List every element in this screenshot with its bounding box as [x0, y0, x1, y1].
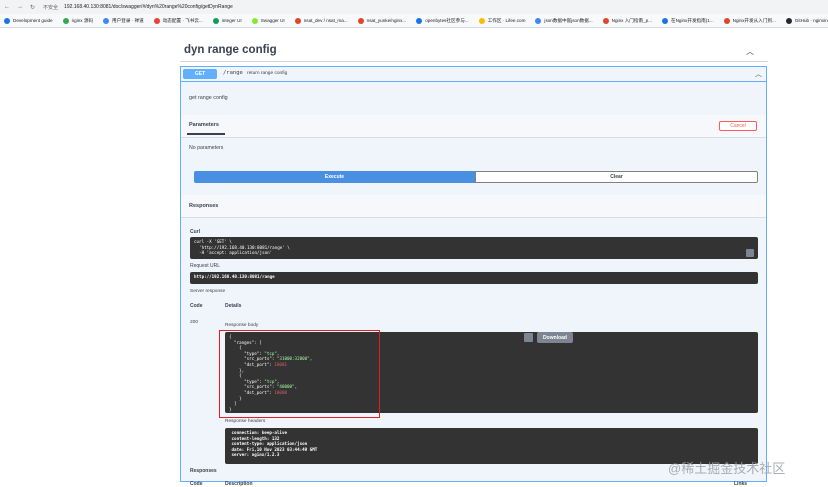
- chevron-up-icon[interactable]: ︿: [755, 69, 762, 79]
- clear-button[interactable]: Clear: [475, 171, 758, 183]
- tag-title[interactable]: dyn range config: [184, 44, 277, 56]
- bookmark-icon: [251, 17, 258, 24]
- operation-summary-text: return range config: [247, 71, 288, 76]
- bookmark-label: nginx 源码: [71, 17, 94, 23]
- response-body-label: Response body: [225, 323, 259, 328]
- status-code: 200: [190, 320, 199, 325]
- bookmark-icon: [662, 17, 669, 24]
- no-parameters-text: No parameters: [189, 145, 224, 151]
- highlight-box: [219, 330, 380, 418]
- bookmark-icon: [103, 17, 110, 24]
- request-url-value[interactable]: http://192.168.40.130:8081/range: [190, 272, 758, 284]
- address-bar: ← → ↻ 不安全 192.168.40.130:8081/doc/swagge…: [0, 0, 828, 14]
- footer-links-header: Links: [734, 481, 748, 487]
- bookmark-icon: [416, 17, 423, 24]
- download-button[interactable]: Download: [537, 332, 573, 343]
- bookmark-icon: [357, 17, 364, 24]
- bookmark-icon: [602, 17, 609, 24]
- security-indicator[interactable]: 不安全: [43, 4, 58, 11]
- operation-description: get range config: [189, 95, 228, 101]
- bookmark-label: integer UI: [221, 18, 242, 23]
- bookmarks-bar: Development guide nginx 源码 用户登录 · 禅道 动态配置 ·…: [0, 14, 828, 28]
- bookmark-label: 工作区 · Lifee.com: [487, 17, 526, 23]
- bookmark-label: json数据中嵌json数据...: [544, 17, 593, 23]
- bookmark-label: Nginx 入门指南_p...: [611, 17, 653, 23]
- responses-title: Responses: [189, 203, 219, 209]
- back-icon[interactable]: ←: [4, 4, 10, 11]
- cancel-button[interactable]: Cancel: [719, 121, 757, 131]
- bookmark-label: Nginx开发从入门到...: [732, 17, 776, 23]
- method-badge: GET: [183, 69, 217, 79]
- bookmark-label: 动态配置 · 飞书云...: [162, 17, 203, 23]
- bookmark-icon: [785, 17, 792, 24]
- bookmark-item[interactable]: integer UI: [212, 17, 242, 24]
- watermark: @稀土掘金技术社区: [668, 461, 786, 476]
- bookmark-item[interactable]: 在Nginx开发指南(1...: [662, 17, 714, 24]
- footer-code-header: Code: [190, 481, 203, 487]
- bookmark-item[interactable]: Swagger UI: [251, 17, 285, 24]
- code-column-header: Code: [190, 303, 203, 309]
- bookmark-icon: [723, 17, 730, 24]
- bookmark-icon: [294, 17, 301, 24]
- bookmark-label: nsat_dev / nsat_ma...: [303, 18, 348, 23]
- details-column-header: Details: [225, 303, 242, 309]
- bookmark-item[interactable]: openbytes社区参与...: [416, 17, 469, 24]
- operation-summary[interactable]: GET /range return range config ︿: [181, 67, 766, 82]
- forward-icon[interactable]: →: [17, 4, 23, 11]
- bookmark-item[interactable]: nsat_yunke/nginx...: [357, 17, 407, 24]
- url-text[interactable]: 192.168.40.130:8081/doc/swagger/#/dyn%20…: [64, 4, 233, 10]
- tab-underline: [187, 133, 225, 135]
- responses-footer-title: Responses: [190, 468, 217, 474]
- curl-label: Curl: [190, 229, 200, 235]
- bookmark-label: 用户登录 · 禅道: [112, 17, 144, 23]
- operation-block: GET /range return range config ︿ get ran…: [180, 66, 767, 487]
- copy-icon[interactable]: [746, 249, 754, 257]
- bookmark-icon: [478, 17, 485, 24]
- bookmark-label: GitHub · nginxinc...: [794, 18, 828, 23]
- bookmark-label: 在Nginx开发指南(1...: [671, 17, 714, 23]
- bookmark-item[interactable]: json数据中嵌json数据...: [535, 17, 593, 24]
- bookmark-item[interactable]: Nginx开发从入门到...: [723, 17, 776, 24]
- bookmark-icon: [535, 17, 542, 24]
- parameters-tab[interactable]: Parameters: [189, 122, 219, 128]
- copy-icon[interactable]: [524, 333, 533, 342]
- bookmark-item[interactable]: 用户登录 · 禅道: [103, 17, 144, 24]
- operation-path: /range: [223, 70, 243, 76]
- bookmark-item[interactable]: 工作区 · Lifee.com: [478, 17, 526, 24]
- curl-code-block[interactable]: curl -X 'GET' \ 'http://192.168.40.130:8…: [190, 237, 758, 259]
- request-url-label: Request URL: [190, 263, 221, 269]
- divider: [180, 61, 768, 62]
- chevron-up-icon[interactable]: ︿: [746, 46, 754, 57]
- bookmark-label: nsat_yunke/nginx...: [366, 18, 407, 23]
- bookmark-item[interactable]: 动态配置 · 飞书云...: [153, 17, 203, 24]
- bookmark-item[interactable]: Development guide: [4, 17, 53, 24]
- reload-icon[interactable]: ↻: [30, 4, 35, 11]
- parameters-header: Parameters Cancel: [181, 115, 766, 138]
- bookmark-item[interactable]: Nginx 入门指南_p...: [602, 17, 653, 24]
- bookmark-item[interactable]: nsat_dev / nsat_ma...: [294, 17, 348, 24]
- server-response-label: Server response: [190, 289, 226, 294]
- bookmark-label: Development guide: [13, 18, 53, 23]
- bookmark-icon: [62, 17, 69, 24]
- execute-button[interactable]: Execute: [194, 171, 475, 183]
- bookmark-icon: [212, 17, 219, 24]
- responses-header: Responses: [181, 195, 766, 218]
- nav-buttons: ← → ↻: [4, 4, 35, 11]
- bookmark-label: openbytes社区参与...: [425, 17, 469, 23]
- bookmark-label: Swagger UI: [260, 18, 285, 23]
- bookmark-icon: [4, 17, 10, 24]
- bookmark-item[interactable]: nginx 源码: [62, 17, 94, 24]
- footer-description-header: Description: [225, 481, 253, 487]
- response-headers-label: Response headers: [225, 419, 266, 424]
- bookmark-item[interactable]: GitHub · nginxinc...: [785, 17, 828, 24]
- bookmark-icon: [153, 17, 160, 24]
